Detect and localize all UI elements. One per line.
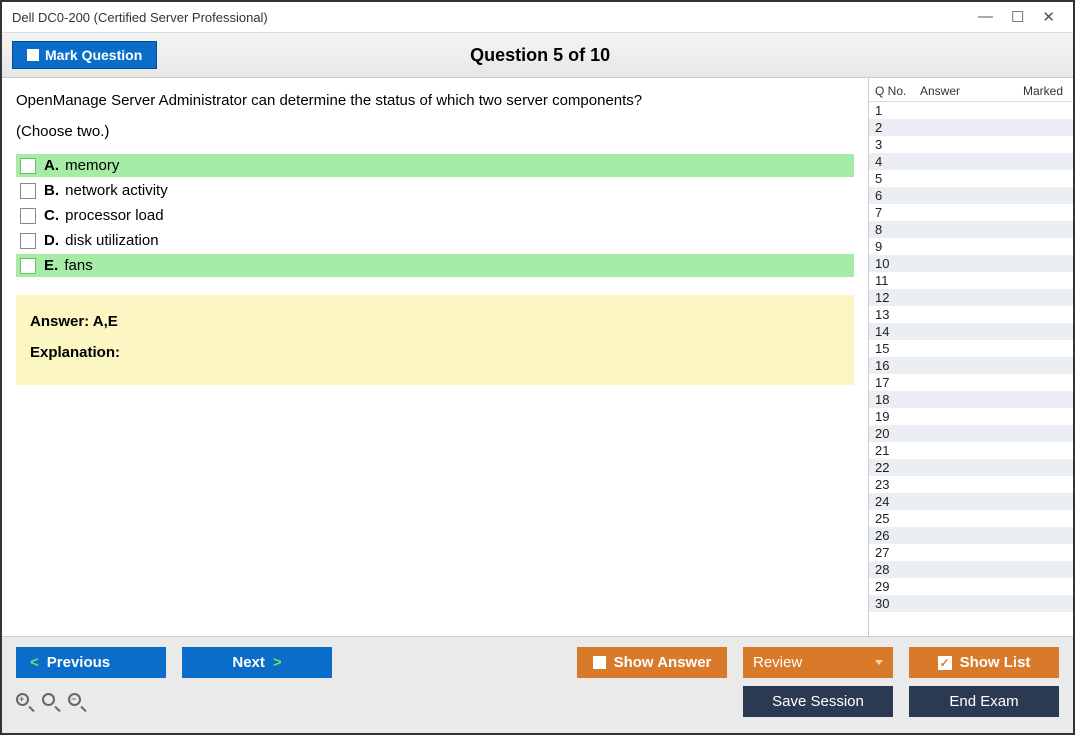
save-session-button[interactable]: Save Session (743, 686, 893, 717)
question-text: OpenManage Server Administrator can dete… (16, 92, 854, 109)
col-marked: Marked (1012, 84, 1067, 98)
explanation-label: Explanation: (30, 344, 840, 361)
question-list-row[interactable]: 10 (869, 255, 1073, 272)
question-list-row[interactable]: 23 (869, 476, 1073, 493)
titlebar: Dell DC0-200 (Certified Server Professio… (2, 2, 1073, 33)
checked-icon: ✓ (938, 656, 952, 670)
option-text: A. memory (44, 157, 119, 174)
review-dropdown[interactable]: Review (743, 647, 893, 678)
show-answer-button[interactable]: Show Answer (577, 647, 727, 678)
question-list-panel: Q No. Answer Marked 12345678910111213141… (868, 78, 1073, 636)
header-bar: Mark Question Question 5 of 10 (2, 33, 1073, 78)
question-list-scroll[interactable]: 1234567891011121314151617181920212223242… (869, 102, 1073, 636)
options-list: A. memory B. network activity C. processor… (16, 154, 854, 277)
col-qno: Q No. (875, 84, 920, 98)
option-text: C. processor load (44, 207, 164, 224)
footer: < Previous Next > Show Answer Review ✓ S… (2, 636, 1073, 733)
option-text: D. disk utilization (44, 232, 159, 249)
question-content: OpenManage Server Administrator can dete… (2, 78, 868, 636)
option-text: B. network activity (44, 182, 168, 199)
zoom-reset-icon[interactable] (42, 693, 60, 711)
show-list-label: Show List (960, 654, 1031, 671)
question-list-row[interactable]: 25 (869, 510, 1073, 527)
question-list-row[interactable]: 13 (869, 306, 1073, 323)
chevron-down-icon (875, 660, 883, 665)
option-checkbox[interactable] (20, 233, 36, 249)
question-list-row[interactable]: 21 (869, 442, 1073, 459)
chevron-left-icon: < (30, 654, 39, 671)
zoom-in-icon[interactable]: + (16, 693, 34, 711)
question-list-header: Q No. Answer Marked (869, 78, 1073, 102)
question-list-row[interactable]: 16 (869, 357, 1073, 374)
question-list-row[interactable]: 19 (869, 408, 1073, 425)
question-list-row[interactable]: 26 (869, 527, 1073, 544)
option-checkbox[interactable] (20, 183, 36, 199)
question-list-row[interactable]: 29 (869, 578, 1073, 595)
answer-line: Answer: A,E (30, 313, 840, 330)
next-button[interactable]: Next > (182, 647, 332, 678)
question-list-row[interactable]: 8 (869, 221, 1073, 238)
save-session-label: Save Session (772, 693, 864, 710)
question-list-row[interactable]: 5 (869, 170, 1073, 187)
question-list-row[interactable]: 15 (869, 340, 1073, 357)
show-list-button[interactable]: ✓ Show List (909, 647, 1059, 678)
previous-button[interactable]: < Previous (16, 647, 166, 678)
end-exam-label: End Exam (949, 693, 1018, 710)
close-icon[interactable]: ✕ (1042, 8, 1055, 26)
option-row[interactable]: E. fans (16, 254, 854, 277)
question-subtext: (Choose two.) (16, 123, 854, 140)
answer-box: Answer: A,E Explanation: (16, 295, 854, 385)
checkbox-icon (593, 656, 606, 669)
option-row[interactable]: D. disk utilization (16, 229, 854, 252)
end-exam-button[interactable]: End Exam (909, 686, 1059, 717)
previous-label: Previous (47, 654, 110, 671)
option-checkbox[interactable] (20, 208, 36, 224)
maximize-icon[interactable]: ☐ (1011, 8, 1024, 26)
question-list-row[interactable]: 24 (869, 493, 1073, 510)
question-list-row[interactable]: 30 (869, 595, 1073, 612)
show-answer-label: Show Answer (614, 654, 712, 671)
option-checkbox[interactable] (20, 258, 36, 274)
next-label: Next (232, 654, 265, 671)
question-list-row[interactable]: 6 (869, 187, 1073, 204)
review-label: Review (753, 654, 802, 671)
question-list-row[interactable]: 17 (869, 374, 1073, 391)
zoom-out-icon[interactable]: − (68, 693, 86, 711)
question-list-row[interactable]: 3 (869, 136, 1073, 153)
question-list-row[interactable]: 14 (869, 323, 1073, 340)
question-list-row[interactable]: 12 (869, 289, 1073, 306)
question-list-row[interactable]: 20 (869, 425, 1073, 442)
question-list-row[interactable]: 11 (869, 272, 1073, 289)
chevron-right-icon: > (273, 654, 282, 671)
question-list-row[interactable]: 2 (869, 119, 1073, 136)
question-list-row[interactable]: 27 (869, 544, 1073, 561)
window-controls: — ☐ ✕ (978, 8, 1063, 26)
question-counter: Question 5 of 10 (17, 45, 1063, 66)
question-list-row[interactable]: 28 (869, 561, 1073, 578)
question-list-row[interactable]: 1 (869, 102, 1073, 119)
option-text: E. fans (44, 257, 93, 274)
option-row[interactable]: A. memory (16, 154, 854, 177)
option-row[interactable]: B. network activity (16, 179, 854, 202)
question-list-row[interactable]: 22 (869, 459, 1073, 476)
question-list-row[interactable]: 7 (869, 204, 1073, 221)
question-list-row[interactable]: 4 (869, 153, 1073, 170)
col-answer: Answer (920, 84, 1012, 98)
option-checkbox[interactable] (20, 158, 36, 174)
question-list-row[interactable]: 18 (869, 391, 1073, 408)
option-row[interactable]: C. processor load (16, 204, 854, 227)
zoom-controls: + − (16, 693, 86, 711)
question-list-row[interactable]: 9 (869, 238, 1073, 255)
window-title: Dell DC0-200 (Certified Server Professio… (12, 10, 978, 25)
minimize-icon[interactable]: — (978, 8, 993, 26)
